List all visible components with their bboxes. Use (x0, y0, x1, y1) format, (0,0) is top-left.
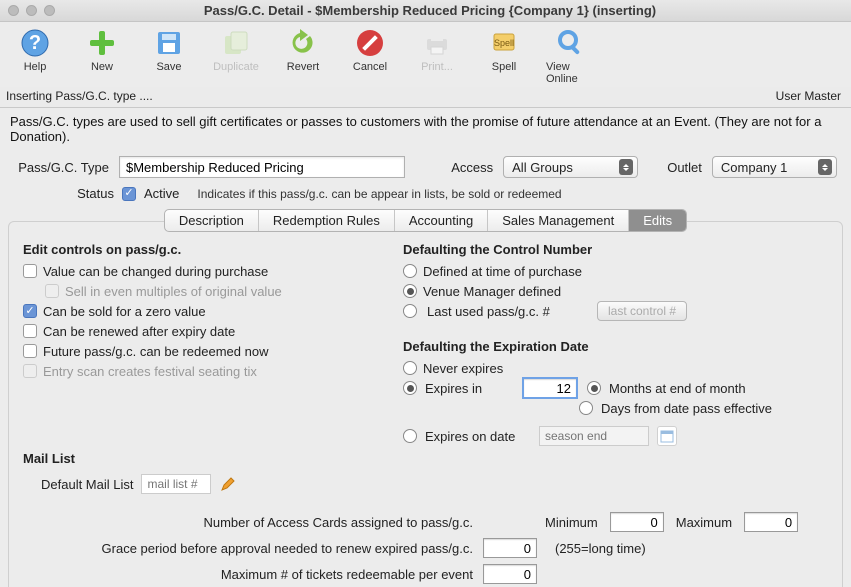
toolbar: ? Help New Save Duplicate Revert Cancel (0, 22, 851, 87)
controlnum-title: Defaulting the Control Number (403, 242, 828, 257)
calendar-icon[interactable] (657, 426, 677, 446)
caret-icon (818, 159, 832, 175)
tab-accounting[interactable]: Accounting (395, 210, 488, 231)
grace-field[interactable] (483, 538, 537, 558)
radio-months[interactable] (587, 381, 601, 395)
titlebar: Pass/G.C. Detail - $Membership Reduced P… (0, 0, 851, 22)
spell-button[interactable]: Spell Spell (479, 26, 529, 85)
access-label: Access (451, 160, 493, 175)
status-row: Status Active Indicates if this pass/g.c… (0, 178, 851, 207)
expires-on-date-field[interactable] (539, 426, 649, 446)
view-online-button[interactable]: View Online (546, 26, 596, 85)
close-dot[interactable] (8, 5, 19, 16)
active-checkbox[interactable] (122, 187, 136, 201)
outlet-label: Outlet (667, 160, 702, 175)
radio-defined-purchase[interactable] (403, 264, 417, 278)
tabs: Description Redemption Rules Accounting … (0, 209, 851, 232)
bottom-grid: Number of Access Cards assigned to pass/… (23, 512, 828, 587)
expire-title: Defaulting the Expiration Date (403, 339, 828, 354)
floppy-icon (152, 26, 186, 60)
magnifier-icon (554, 26, 588, 60)
max-cards-field[interactable] (744, 512, 798, 532)
editcontrols-title: Edit controls on pass/g.c. (23, 242, 383, 257)
zoom-dot[interactable] (44, 5, 55, 16)
cancel-icon (353, 26, 387, 60)
cancel-button[interactable]: Cancel (345, 26, 395, 85)
caret-icon (619, 159, 633, 175)
chk-even-multiples (45, 284, 59, 298)
duplicate-icon (219, 26, 253, 60)
type-label: Pass/G.C. Type (14, 160, 109, 175)
plus-icon (85, 26, 119, 60)
help-icon: ? (18, 26, 52, 60)
max-event-field[interactable] (483, 564, 537, 584)
radio-venue-manager[interactable] (403, 284, 417, 298)
chk-value-change[interactable] (23, 264, 37, 278)
access-select[interactable]: All Groups (503, 156, 638, 178)
chk-renew-expiry[interactable] (23, 324, 37, 338)
info-text: Pass/G.C. types are used to sell gift ce… (0, 108, 851, 146)
expires-in-field[interactable] (523, 378, 577, 398)
chk-future-redeem[interactable] (23, 344, 37, 358)
svg-text:?: ? (29, 32, 41, 54)
print-button: Print... (412, 26, 462, 85)
help-button[interactable]: ? Help (10, 26, 60, 85)
edits-panel: Edit controls on pass/g.c. Value can be … (8, 221, 843, 587)
tab-description[interactable]: Description (165, 210, 259, 231)
radio-expires-in[interactable] (403, 381, 417, 395)
spell-icon: Spell (487, 26, 521, 60)
radio-days[interactable] (579, 401, 593, 415)
last-control-button: last control # (597, 301, 687, 321)
pencil-icon[interactable] (219, 475, 237, 493)
traffic-lights (8, 5, 55, 16)
active-label: Active (144, 186, 179, 201)
maillist-title: Mail List (23, 451, 383, 466)
tab-edits[interactable]: Edits (629, 210, 686, 231)
tab-sales-management[interactable]: Sales Management (488, 210, 629, 231)
new-button[interactable]: New (77, 26, 127, 85)
tab-redemption-rules[interactable]: Redemption Rules (259, 210, 395, 231)
print-icon (420, 26, 454, 60)
window-title: Pass/G.C. Detail - $Membership Reduced P… (67, 3, 793, 18)
duplicate-button: Duplicate (211, 26, 261, 85)
chk-zero-value[interactable] (23, 304, 37, 318)
min-cards-field[interactable] (610, 512, 664, 532)
radio-last-used[interactable] (403, 304, 417, 318)
status-right: User Master (776, 89, 841, 103)
chk-festival-seating (23, 364, 37, 378)
status-strip: Inserting Pass/G.C. type .... User Maste… (0, 87, 851, 108)
save-button[interactable]: Save (144, 26, 194, 85)
type-field[interactable] (119, 156, 405, 178)
radio-never-expires[interactable] (403, 361, 417, 375)
status-label: Status (14, 186, 114, 201)
revert-icon (286, 26, 320, 60)
top-row: Pass/G.C. Type Access All Groups Outlet … (0, 146, 851, 178)
svg-text:Spell: Spell (494, 38, 514, 48)
outlet-select[interactable]: Company 1 (712, 156, 837, 178)
status-hint: Indicates if this pass/g.c. can be appea… (197, 187, 561, 201)
revert-button[interactable]: Revert (278, 26, 328, 85)
minimize-dot[interactable] (26, 5, 37, 16)
radio-expires-on-date[interactable] (403, 429, 417, 443)
maillist-label: Default Mail List (41, 477, 133, 492)
maillist-field[interactable] (141, 474, 211, 494)
status-left: Inserting Pass/G.C. type .... (6, 89, 153, 103)
